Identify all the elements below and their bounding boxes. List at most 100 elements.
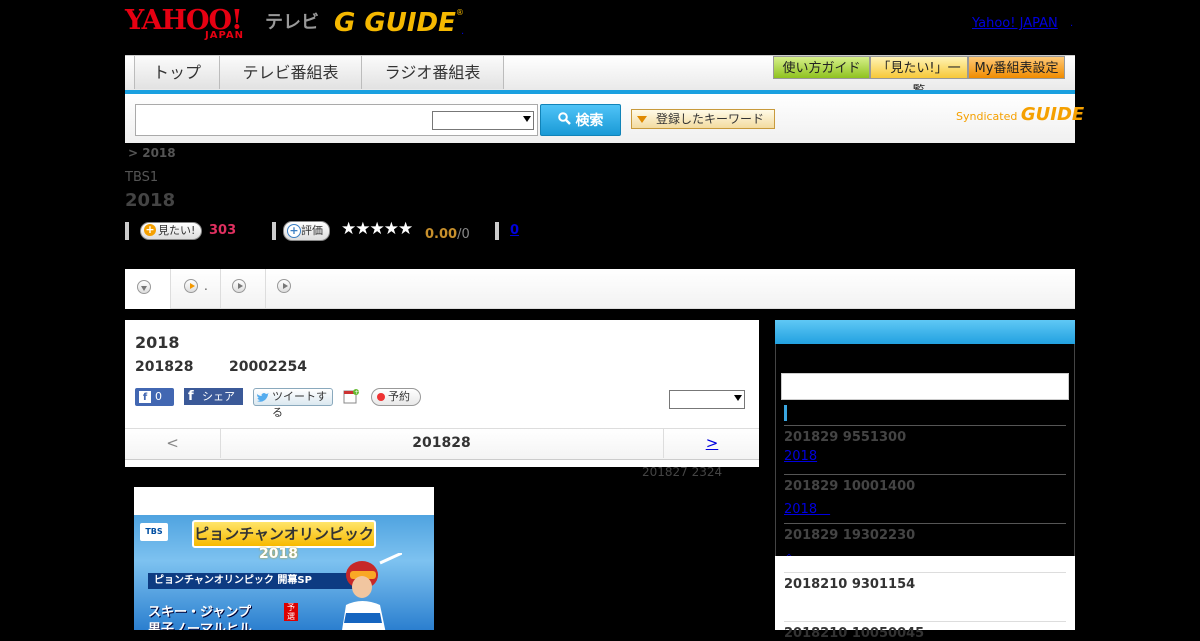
play-icon [277,279,291,293]
rating-label: 評価 [301,224,323,237]
tab-divider [265,269,266,308]
sidebar-marker [784,405,787,421]
facebook-icon: f [139,391,151,403]
syndicated-gguide-logo: Syndicated GUIDE [956,104,1084,125]
tbs-logo: TBS [140,523,168,541]
poster-line-2: 男子ノーマルヒル [148,622,253,630]
plus-icon: + [144,223,156,236]
sidebar-item-date: 2018210 10050045 [784,626,925,641]
rating-stars: ★★★★★ [341,219,413,239]
syndicated-logo-text: GUIDE [1020,104,1085,125]
sidebar-divider [784,621,1066,622]
search-category-select[interactable] [432,111,534,130]
divider [272,222,276,240]
broadcast-time: 20002254 [229,359,307,375]
current-date: 201828 [412,435,471,451]
svg-text:+: + [354,389,359,396]
sidebar-header [775,320,1075,344]
search-button[interactable]: 検索 [540,104,621,136]
facebook-share-label: シェア [202,390,235,403]
sidebar-item-link[interactable]: 2018 [784,498,830,517]
my-schedule-button[interactable]: My番組表設定 [968,56,1065,79]
program-title: 2018 [135,333,180,352]
tab-radio-schedule[interactable]: ラジオ番組表 [361,56,504,89]
poster-strip: ピョンチャンオリンピック 開幕SP [148,573,354,589]
twitter-icon [257,392,269,408]
play-icon [232,279,246,293]
search-button-label: 検索 [575,113,604,129]
rating-score: 0.00 [425,227,458,242]
detail-select[interactable] [669,390,745,409]
facebook-like-count: 0 [155,390,162,403]
rating-button[interactable]: + 評価 [283,221,330,241]
rating-score-group: 0.00/0 [425,223,470,242]
mitai-button[interactable]: + 見たい! [140,222,203,240]
guide-button[interactable]: 使い方ガイド [773,56,870,79]
sidebar-divider [784,523,1066,524]
poster-year: 2018 [259,546,298,562]
program-poster-image: TBS ピョンチャンオリンピック 2018 ピョンチャンオリンピック 開幕SP … [134,515,434,630]
broadcast-date: 201828 [135,359,194,375]
breadcrumb: > 2018 [128,146,176,160]
sidebar-item-link[interactable]: 2018 [784,449,817,464]
sidebar-list-continued [775,556,1075,630]
syndicated-label: Syndicated [956,110,1018,123]
subtab-active[interactable] [125,269,171,309]
record-icon [377,393,385,401]
calendar-add-icon[interactable]: + [343,388,359,404]
tab-top[interactable]: トップ [134,56,220,89]
search-icon [557,105,571,137]
sidebar-input[interactable] [781,373,1069,400]
facebook-icon: f [188,389,194,404]
chevron-down-icon [523,116,531,122]
reserve-button[interactable]: 予約 [371,388,421,406]
review-count-link[interactable]: 0 [510,223,519,238]
subtab-3[interactable] [232,279,252,299]
sidebar-divider [784,572,1066,573]
yahoo-japan-logo[interactable]: YAHOO! JAPAN [125,6,261,42]
reserve-label: 予約 [388,390,410,403]
channel-name: TBS1 [125,170,159,185]
mitai-list-button[interactable]: 「見たい!」一覧 [870,56,968,99]
gguide-logo[interactable]: G GUIDE ® [334,6,464,40]
poster-badge: 予選 [284,603,298,621]
subtab-4[interactable] [277,279,297,299]
tab-divider [220,269,221,308]
plus-icon: + [287,224,301,238]
gguide-logo-text: G GUIDE [334,8,456,38]
subtab-2-label: . [204,279,208,293]
next-day-link[interactable]: > [663,428,760,458]
yahoo-japan-link[interactable]: Yahoo! JAPAN [972,16,1058,31]
chevron-down-icon [137,280,151,294]
tv-label: テレビ [265,12,319,33]
chevron-down-icon [734,395,742,401]
facebook-like-button[interactable]: f0 [135,388,174,406]
registered-keyword-button[interactable]: 登録したキーワード [631,109,775,129]
sub-tabs [125,269,1075,309]
header-dot: . [461,26,465,37]
sidebar-item-date: 201829 10001400 [784,479,916,494]
mitai-label: 見たい! [158,224,196,237]
divider [125,222,129,240]
sidebar-item-date: 2018210 9301154 [784,577,916,592]
page-title: 2018 [125,190,176,211]
play-icon [184,279,198,293]
facebook-share-button[interactable]: f シェア [184,388,243,405]
sidebar-divider [784,425,1066,426]
athlete-illustration [342,553,402,630]
triangle-down-icon [637,116,647,123]
sidebar-item-date: 201829 9551300 [784,430,907,445]
sidebar-item-date: 201829 19302230 [784,528,916,543]
updated-timestamp: 201827 2324 [642,465,723,479]
poster-banner: ピョンチャンオリンピック [192,520,376,548]
tweet-button[interactable]: ツイートする [253,388,333,419]
registered-mark: ® [455,8,464,17]
sidebar-divider [784,474,1066,475]
tab-tv-schedule[interactable]: テレビ番組表 [219,56,362,89]
registered-keyword-label: 登録したキーワード [656,112,765,126]
previous-day-button[interactable]: < [125,428,221,458]
rating-count: /0 [457,227,470,242]
header-dot-right: . [1070,18,1074,29]
subtab-2[interactable]: . [184,279,224,299]
japan-logo-text: JAPAN [205,30,244,41]
